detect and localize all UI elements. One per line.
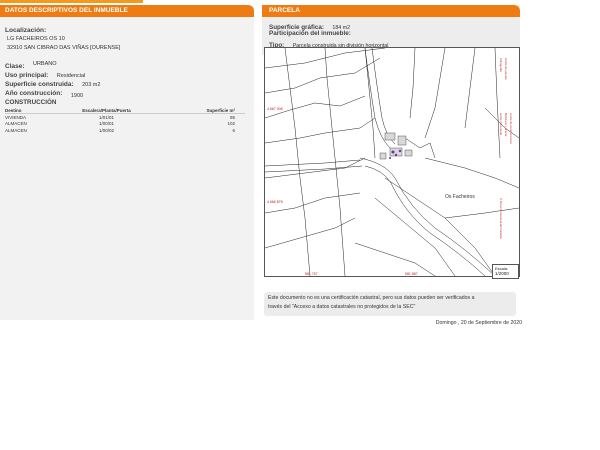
table-cell-escalera: 1/00/02 xyxy=(99,127,115,133)
road-lines xyxy=(264,47,496,277)
sup-grafica-row: Superficie gráfica: 184 m2 xyxy=(269,20,513,31)
map-copyright: © Dirección General del Catastro xyxy=(499,198,503,240)
notice-line-1: Este documento no es una certificación c… xyxy=(268,295,475,301)
address-line-1: LG FACHEIROS OS 10 xyxy=(7,36,65,42)
anio-label: Año construcción: xyxy=(5,90,63,97)
legend-item: Límite zona verde xyxy=(499,113,503,136)
table-row: VIVIENDA 1/01/01 95 xyxy=(5,114,245,121)
superficie-row: Superficie construida: 203 m2 xyxy=(5,77,249,88)
property-data-panel: DATOS DESCRIPTIVOS DEL INMUEBLE Localiza… xyxy=(0,5,254,320)
clase-row: Clase: URBANO xyxy=(5,59,249,70)
legend-item: Hidrografía xyxy=(499,58,503,72)
address-line-2: 32910 SAN CIBRAO DAS VIÑAS [OURENSE] xyxy=(7,45,121,51)
svg-text:4 667 008: 4 667 008 xyxy=(267,107,283,111)
svg-text:581 887: 581 887 xyxy=(405,272,418,276)
superficie-value: 203 m2 xyxy=(82,82,101,88)
table-cell-destino: ALMACEN xyxy=(5,127,27,133)
legend-item: Límite de parcela xyxy=(504,58,508,80)
document-date: Domingo , 20 de Septiembre de 2020 xyxy=(435,320,522,326)
scale-box: Escala: 1/2000 xyxy=(492,264,519,279)
anio-value: 1900 xyxy=(70,93,84,99)
parcel-header: PARCELA xyxy=(262,5,520,17)
parcel-lines xyxy=(264,47,520,277)
legend-item: Mobiliario y aceras xyxy=(504,113,508,137)
anio-row: Año construcción: 1900 xyxy=(5,86,249,99)
tipo-row: Tipo: Parcela construida sin división ho… xyxy=(269,38,513,49)
map-drawing: 4 667 008 4 666 878 581 757 581 887 Os F… xyxy=(264,47,520,277)
table-cell-superficie: 6 xyxy=(232,127,235,133)
svg-text:581 757: 581 757 xyxy=(305,272,318,276)
property-data-header: DATOS DESCRIPTIVOS DEL INMUEBLE xyxy=(0,5,254,17)
svg-text:4 666 878: 4 666 878 xyxy=(267,200,283,204)
cadastral-map[interactable]: 4 667 008 4 666 878 581 757 581 887 Os F… xyxy=(264,47,520,277)
scale-value: 1/2000 xyxy=(495,271,509,276)
participacion-label: Participación del inmueble: xyxy=(269,30,351,37)
legend-item: Límite de construcciones xyxy=(509,113,513,145)
table-cell-escalera: 1/01/01 xyxy=(99,114,115,120)
top-accent-strip xyxy=(0,0,143,3)
notice-line-2: través del "Acceso a datos catastrales n… xyxy=(268,304,416,310)
table-row: ALMACEN 1/00/02 6 xyxy=(5,127,245,134)
verification-notice: Este documento no es una certificación c… xyxy=(264,292,516,316)
table-cell-superficie: 95 xyxy=(229,114,235,120)
construction-table: Destino Escalera/Planta/Puerta Superfici… xyxy=(5,107,245,134)
construccion-title: CONSTRUCCIÓN xyxy=(5,99,57,106)
map-legend: Límite de parcela Hidrografía Límite de … xyxy=(499,58,513,240)
uso-row: Uso principal: Residencial xyxy=(5,68,249,79)
localizacion-label: Localización: xyxy=(5,27,47,34)
table-cell-destino: VIVIENDA xyxy=(5,114,27,120)
place-label: Os Facheiros xyxy=(445,194,475,200)
